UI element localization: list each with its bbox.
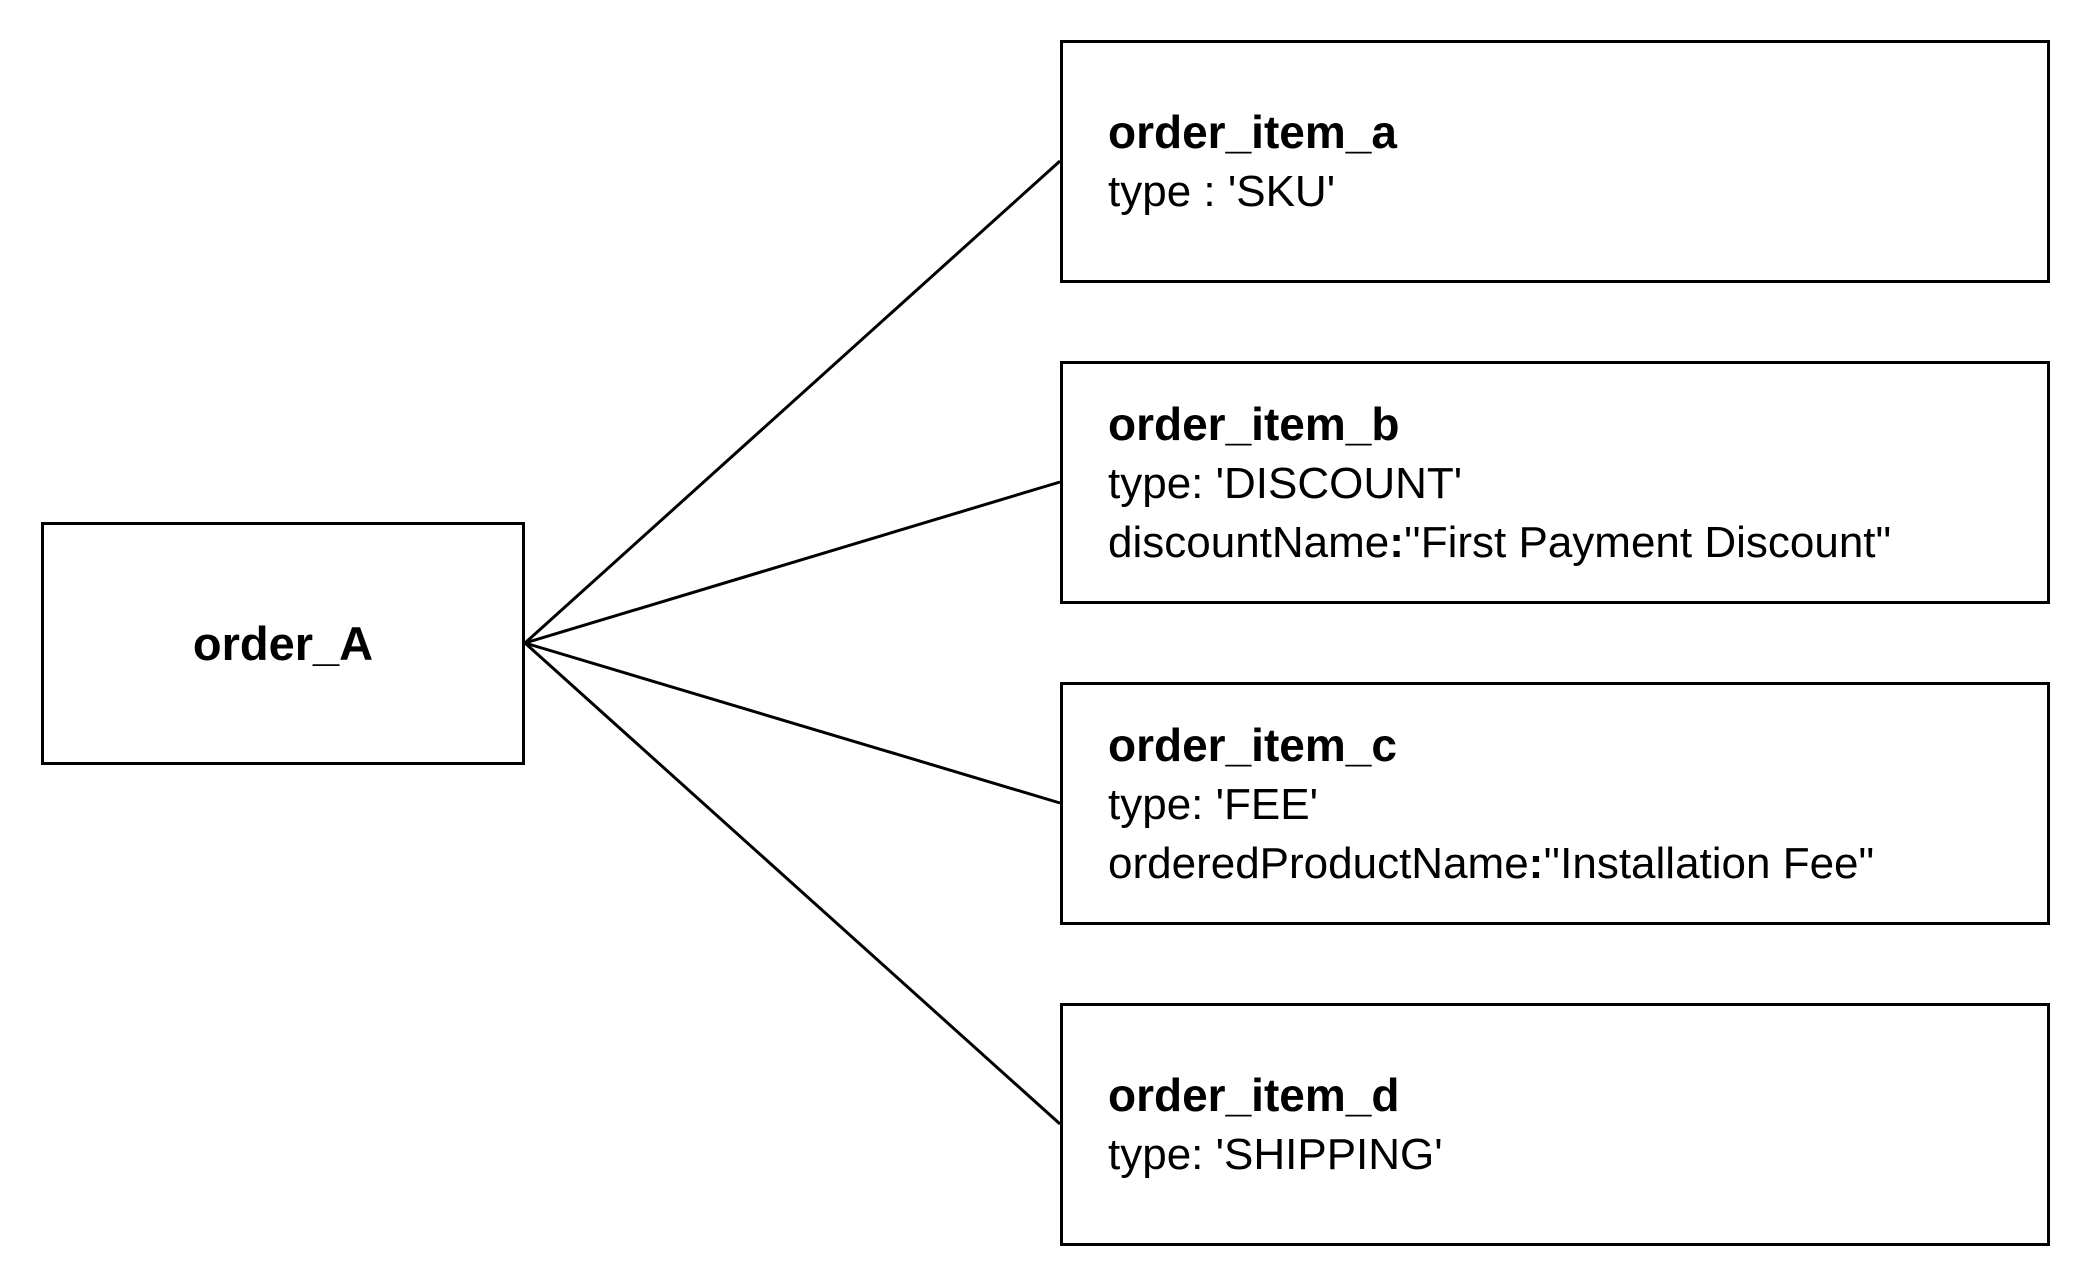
order-item-c-name: order_item_c xyxy=(1108,718,1397,771)
order-item-b-node: order_item_b type: 'DISCOUNT' discountNa… xyxy=(1060,361,2050,604)
order-item-b-name: order_item_b xyxy=(1108,397,1400,450)
product-name-key: orderedProductName xyxy=(1108,838,1529,888)
connector-order-item-b xyxy=(524,480,1061,645)
order-item-c-product-name: orderedProductName:''Installation Fee" xyxy=(1108,834,2047,893)
order-item-a-name: order_item_a xyxy=(1108,106,1397,158)
order-item-c-node: order_item_c type: 'FEE' orderedProductN… xyxy=(1060,682,2050,925)
order-node: order_A xyxy=(41,522,525,765)
connector-order-item-c xyxy=(524,641,1061,805)
order-node-label: order_A xyxy=(192,617,374,670)
order-item-b-type: type: 'DISCOUNT' xyxy=(1108,458,1463,508)
discount-name-separator: : xyxy=(1389,517,1404,567)
product-name-separator: : xyxy=(1528,838,1544,888)
order-item-d-type: type: 'SHIPPING' xyxy=(1108,1130,1443,1179)
discount-name-key: discountName xyxy=(1108,517,1390,567)
connector-order-item-a xyxy=(523,159,1062,645)
order-item-a-type: type : 'SKU' xyxy=(1108,167,1336,216)
product-name-value: ''Installation Fee" xyxy=(1543,838,1875,888)
order-item-a-node: order_item_a type : 'SKU' xyxy=(1060,40,2050,283)
order-item-b-discount-name: discountName:''First Payment Discount" xyxy=(1108,513,2047,572)
order-item-c-type: type: 'FEE' xyxy=(1108,779,1318,829)
discount-name-value: ''First Payment Discount" xyxy=(1403,517,1892,567)
order-item-d-node: order_item_d type: 'SHIPPING' xyxy=(1060,1003,2050,1246)
connector-order-item-d xyxy=(523,641,1062,1126)
order-item-d-name: order_item_d xyxy=(1108,1069,1400,1121)
